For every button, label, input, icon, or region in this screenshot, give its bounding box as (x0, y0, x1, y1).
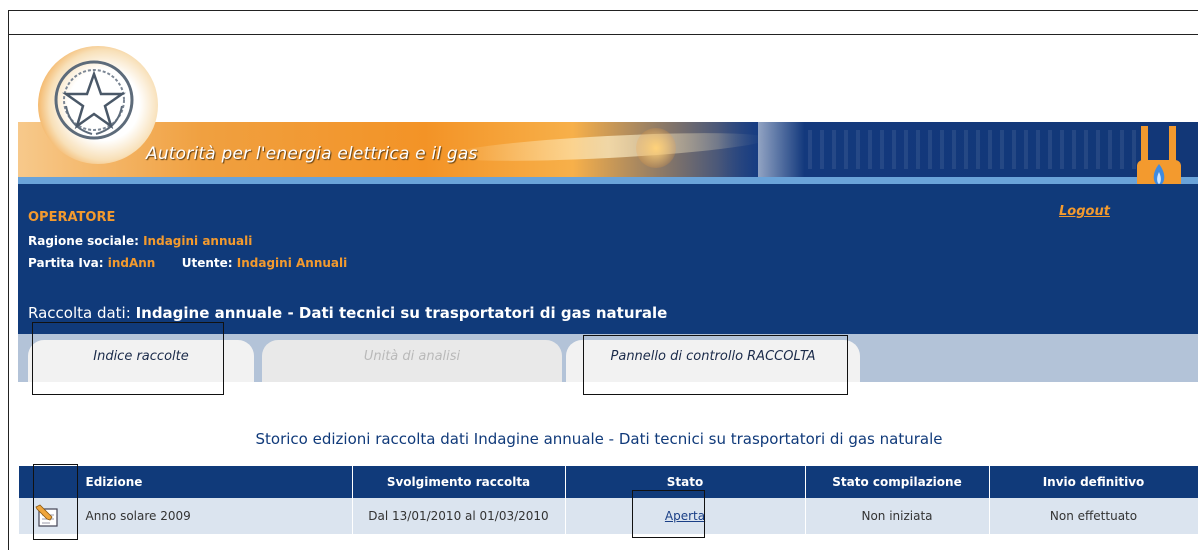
header-invio-definitivo: Invio definitivo (989, 466, 1198, 498)
agency-title: Autorità per l'energia elettrica e il ga… (146, 144, 478, 164)
partita-iva-label: Partita Iva: (28, 256, 104, 270)
operator-heading: OPERATORE (28, 210, 116, 225)
republic-emblem-logo (38, 46, 158, 164)
banner-strip (18, 177, 1198, 184)
header-icon-column (19, 466, 78, 498)
history-table: Edizione Svolgimento raccolta Stato Stat… (19, 466, 1198, 534)
header-edizione: Edizione (77, 466, 353, 498)
table-header-row: Edizione Svolgimento raccolta Stato Stat… (19, 466, 1198, 498)
tab-bar: Indice raccolte Unità di analisi Pannell… (18, 334, 1198, 382)
collection-title: Raccolta dati: Indagine annuale - Dati t… (28, 304, 667, 322)
utente-value: Indagini Annuali (236, 256, 348, 270)
stato-aperta-link[interactable]: Aperta (665, 509, 705, 523)
history-heading: Storico edizioni raccolta dati Indagine … (255, 430, 943, 448)
utente-label: Utente: (181, 256, 233, 270)
edit-icon[interactable] (34, 503, 62, 529)
operator-panel: OPERATORE Ragione sociale: Indagini annu… (18, 184, 1198, 334)
tab-indice-raccolte[interactable]: Indice raccolte (28, 340, 254, 382)
collection-label: Raccolta dati: (28, 304, 131, 322)
cell-stato: Aperta (565, 498, 806, 534)
logout-link[interactable]: Logout (1059, 204, 1110, 219)
partita-iva-value: indAnn (107, 256, 156, 270)
cell-invio-definitivo: Non effettuato (989, 498, 1198, 534)
tab-unita-di-analisi: Unità di analisi (262, 340, 562, 382)
top-divider (8, 34, 1198, 35)
banner-navy-band (718, 122, 1198, 177)
star-emblem-icon (54, 60, 134, 140)
header-stato-compilazione: Stato compilazione (805, 466, 990, 498)
header-stato: Stato (565, 466, 806, 498)
cell-edizione: Anno solare 2009 (77, 498, 353, 534)
ragione-sociale-value: Indagini annuali (143, 234, 253, 248)
banner-flame (636, 128, 676, 168)
tab-pannello-controllo[interactable]: Pannello di controllo RACCOLTA (566, 340, 860, 382)
cell-svolgimento: Dal 13/01/2010 al 01/03/2010 (352, 498, 566, 534)
partita-iva-line: Partita Iva: indAnn Utente: Indagini Ann… (28, 256, 347, 270)
ragione-sociale-line: Ragione sociale: Indagini annuali (28, 234, 252, 248)
cell-stato-compilazione: Non iniziata (805, 498, 990, 534)
row-edit-cell[interactable] (19, 498, 78, 534)
header-svolgimento: Svolgimento raccolta (352, 466, 566, 498)
collection-name: Indagine annuale - Dati tecnici su trasp… (135, 304, 668, 322)
ragione-sociale-label: Ragione sociale: (28, 234, 139, 248)
table-row: Anno solare 2009 Dal 13/01/2010 al 01/03… (19, 498, 1198, 534)
header-banner: Autorità per l'energia elettrica e il ga… (18, 44, 1198, 224)
